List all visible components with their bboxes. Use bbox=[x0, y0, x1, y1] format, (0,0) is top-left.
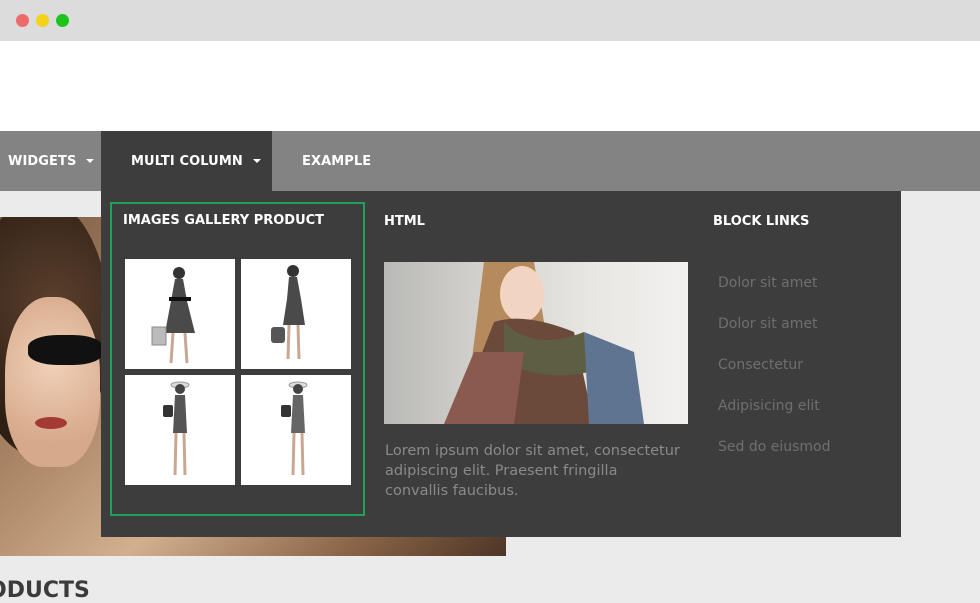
caret-down-icon bbox=[86, 159, 95, 163]
block-link[interactable]: Sed do eiusmod bbox=[718, 437, 831, 478]
gallery-column: IMAGES GALLERY PRODUCT bbox=[110, 202, 365, 516]
block-links-title: BLOCK LINKS bbox=[713, 214, 810, 229]
block-link[interactable]: Dolor sit amet bbox=[718, 273, 831, 314]
mega-menu-dropdown: IMAGES GALLERY PRODUCT HTML Lorem ipsum … bbox=[101, 191, 901, 537]
nav-item-multi-column[interactable]: MULTI COLUMN bbox=[101, 131, 272, 191]
nav-item-widgets[interactable]: WIDGETS bbox=[8, 131, 95, 191]
gallery-title: IMAGES GALLERY PRODUCT bbox=[123, 213, 325, 228]
block-links-list: Dolor sit amet Dolor sit amet Consectetu… bbox=[718, 273, 831, 478]
gallery-thumb[interactable] bbox=[125, 375, 235, 485]
html-column-title: HTML bbox=[384, 214, 425, 229]
window-close-button[interactable] bbox=[16, 14, 29, 27]
scarf-woman-image[interactable] bbox=[384, 262, 688, 424]
nav-item-example[interactable]: EXAMPLE bbox=[302, 131, 371, 191]
html-column-text: Lorem ipsum dolor sit amet, consectetur … bbox=[385, 443, 680, 499]
gallery-thumb[interactable] bbox=[125, 259, 235, 369]
block-link[interactable]: Consectetur bbox=[718, 355, 831, 396]
nav-item-label: WIDGETS bbox=[8, 153, 77, 169]
caret-down-icon bbox=[252, 159, 261, 163]
block-link[interactable]: Adipisicing elit bbox=[718, 396, 831, 437]
section-heading: ODUCTS bbox=[0, 578, 90, 603]
nav-item-label: EXAMPLE bbox=[302, 153, 372, 169]
main-nav: WIDGETS MULTI COLUMN EXAMPLE bbox=[0, 131, 980, 191]
window-maximize-button[interactable] bbox=[56, 14, 69, 27]
browser-chrome bbox=[0, 0, 980, 41]
gallery-thumb[interactable] bbox=[241, 259, 351, 369]
block-link[interactable]: Dolor sit amet bbox=[718, 314, 831, 355]
nav-item-label: MULTI COLUMN bbox=[131, 153, 243, 169]
gallery-thumb[interactable] bbox=[241, 375, 351, 485]
site-header bbox=[0, 41, 980, 131]
window-minimize-button[interactable] bbox=[36, 14, 49, 27]
